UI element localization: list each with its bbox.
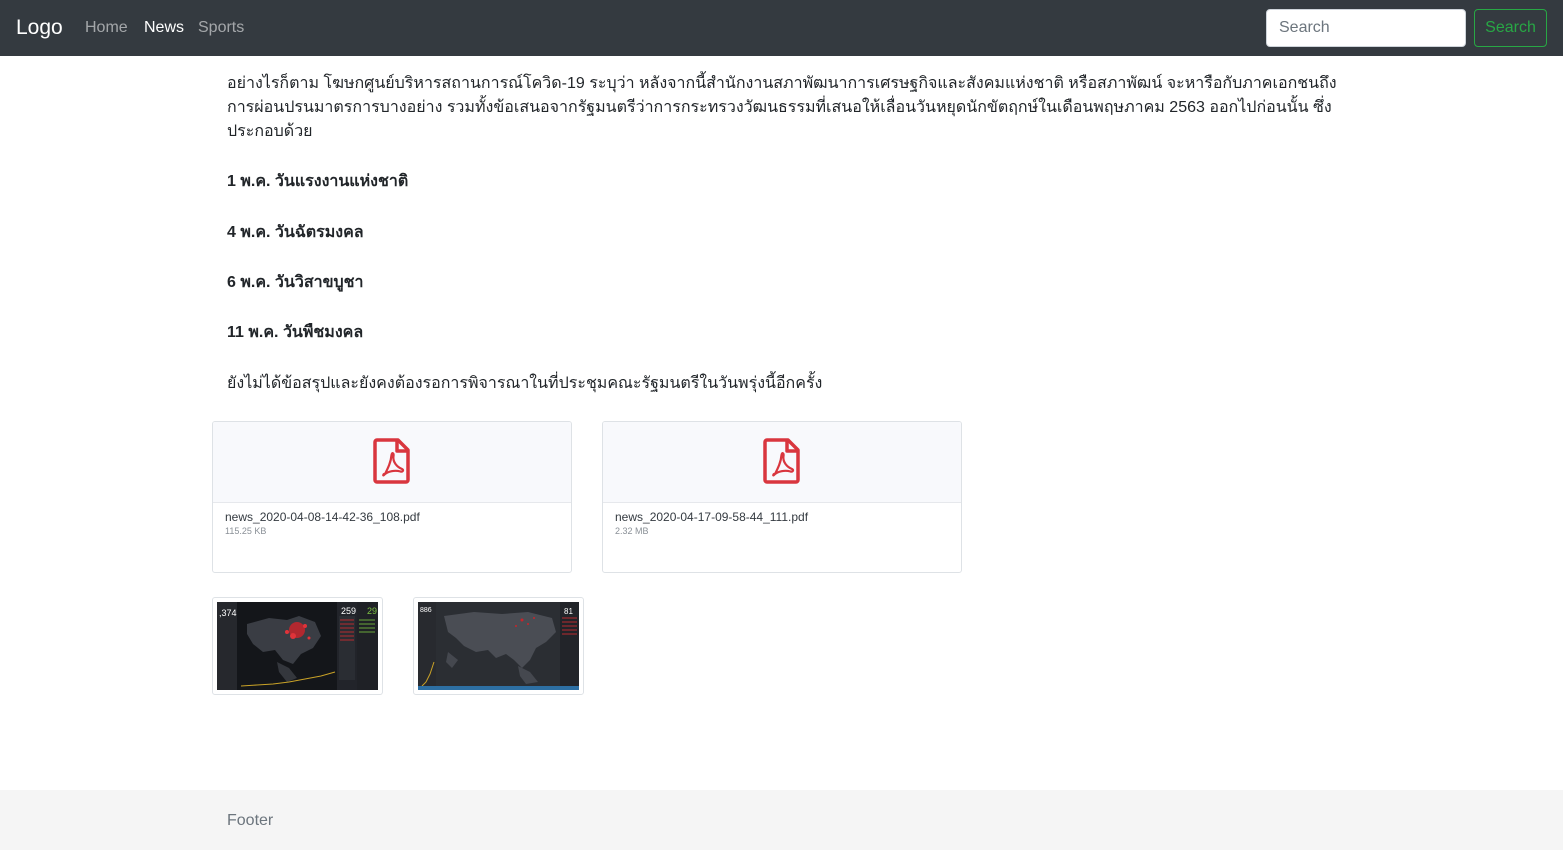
attachment-thumb	[213, 422, 571, 503]
nav-link-sports[interactable]: Sports	[198, 18, 244, 38]
attachment-card[interactable]: news_2020-04-08-14-42-36_108.pdf 115.25 …	[212, 421, 572, 573]
image-label: 29	[367, 606, 377, 616]
search-input[interactable]	[1266, 9, 1466, 47]
article-intro: อย่างไรก็ตาม โฆษกศูนย์บริหารสถานการณ์โคว…	[227, 75, 1337, 140]
dashboard-screenshot-image: ,374 259 29	[217, 602, 378, 690]
footer: Footer	[0, 790, 1563, 850]
attachment-card[interactable]: news_2020-04-17-09-58-44_111.pdf 2.32 MB	[602, 421, 962, 573]
article-body: อย่างไรก็ตาม โฆษกศูนย์บริหารสถานการณ์โคว…	[227, 72, 1337, 392]
pdf-icon	[763, 438, 800, 484]
holiday-item: 1 พ.ค. วันแรงงานแห่งชาติ	[227, 173, 409, 190]
image-label: 81	[564, 607, 573, 616]
attachment-thumb	[603, 422, 961, 503]
attachment-filename[interactable]: news_2020-04-08-14-42-36_108.pdf	[225, 510, 420, 524]
search-button[interactable]: Search	[1474, 9, 1547, 47]
attachment-filesize: 115.25 KB	[225, 526, 267, 536]
footer-text: Footer	[227, 812, 274, 829]
pdf-icon	[373, 438, 410, 484]
image-thumbnail[interactable]: 886 81	[413, 597, 584, 695]
navbar: Logo Home News Sports Search	[0, 0, 1563, 56]
attachment-filename[interactable]: news_2020-04-17-09-58-44_111.pdf	[615, 510, 808, 524]
nav-link-news[interactable]: News	[144, 18, 184, 38]
image-label: ,374	[219, 608, 237, 618]
brand-logo[interactable]: Logo	[16, 15, 63, 41]
holiday-item: 11 พ.ค. วันพืชมงคล	[227, 324, 364, 341]
image-thumbnail[interactable]: ,374 259 29	[212, 597, 383, 695]
image-label: 886	[420, 607, 432, 614]
article-closing: ยังไม่ได้ข้อสรุปและยังคงต้องรอการพิจารณา…	[227, 375, 823, 392]
attachment-filesize: 2.32 MB	[615, 526, 649, 536]
nav-link-home[interactable]: Home	[85, 18, 128, 38]
image-label: 259	[341, 606, 356, 616]
dashboard-screenshot-image: 886 81	[418, 602, 579, 690]
holiday-item: 6 พ.ค. วันวิสาขบูชา	[227, 274, 364, 291]
holiday-item: 4 พ.ค. วันฉัตรมงคล	[227, 224, 364, 241]
